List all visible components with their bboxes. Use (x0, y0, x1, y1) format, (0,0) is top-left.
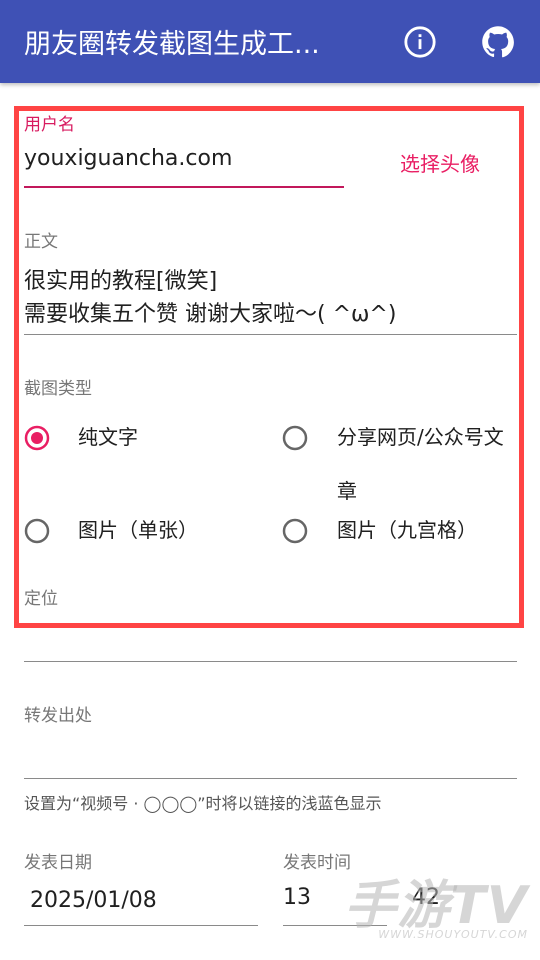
forward-source-label: 转发出处 (24, 706, 92, 726)
username-underline (24, 186, 344, 188)
choose-avatar-button[interactable]: 选择头像 (400, 148, 480, 177)
publish-date-label: 发表日期 (24, 853, 92, 873)
publish-hour-input[interactable]: 13 (283, 885, 311, 910)
app-bar: 朋友圈转发截图生成工... (0, 0, 540, 83)
radio-share-webpage-label[interactable]: 分享网页/公众号文 (337, 410, 504, 464)
location-underline (24, 661, 517, 662)
body-label: 正文 (24, 232, 58, 252)
forward-source-hint: 设置为“视频号 · ◯◯◯”时将以链接的浅蓝色显示 (24, 794, 382, 813)
body-line-2[interactable]: 需要收集五个赞 谢谢大家啦～( ^ω^) (24, 296, 396, 328)
publish-date-input[interactable]: 2025/01/08 (30, 888, 157, 913)
radio-share-webpage[interactable] (282, 425, 308, 451)
info-icon[interactable] (400, 22, 440, 62)
radio-nine-grid[interactable] (282, 518, 308, 544)
app-title: 朋友圈转发截图生成工... (24, 29, 320, 60)
username-label: 用户名 (24, 115, 75, 135)
radio-nine-grid-label[interactable]: 图片（九宫格） (337, 503, 477, 557)
body-underline (24, 334, 517, 335)
watermark-main: 手游TV (344, 876, 528, 936)
location-label: 定位 (24, 589, 58, 609)
radio-single-image-label[interactable]: 图片（单张） (78, 503, 198, 557)
github-icon[interactable] (478, 22, 518, 62)
username-input[interactable]: youxiguancha.com (24, 146, 232, 171)
publish-time-label: 发表时间 (283, 853, 351, 873)
radio-single-image[interactable] (24, 518, 50, 544)
screenshot-type-label: 截图类型 (24, 379, 92, 399)
watermark: 手游TV WWW.SHOUYOUTV.COM (344, 880, 528, 941)
body-line-1[interactable]: 很实用的教程[微笑] (24, 263, 217, 295)
forward-source-underline (24, 778, 517, 779)
publish-date-underline (24, 925, 258, 926)
radio-plain-text-label[interactable]: 纯文字 (78, 410, 138, 464)
radio-plain-text[interactable] (24, 425, 50, 451)
